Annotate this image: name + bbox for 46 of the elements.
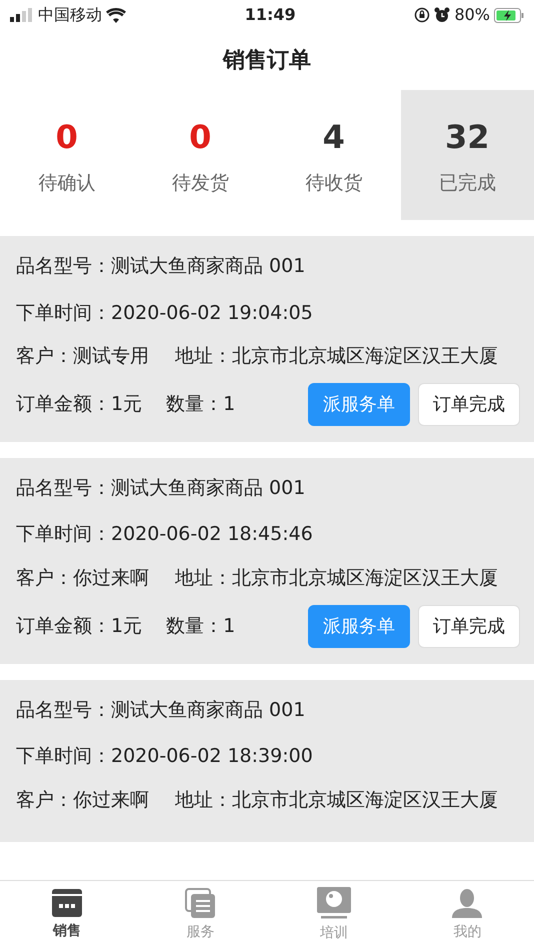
customer-name: 客户：你过来啊 xyxy=(16,566,149,589)
order-count: 4 xyxy=(322,116,345,158)
alarm-icon xyxy=(434,7,450,23)
order-quantity: 数量：1 xyxy=(166,392,236,417)
status-label: 待发货 xyxy=(172,170,229,196)
signal-icon xyxy=(10,8,34,22)
order-amount: 订单金额：1元 xyxy=(16,614,142,639)
order-amount: 订单金额：1元 xyxy=(16,392,142,417)
order-count: 32 xyxy=(444,116,490,158)
address-text: 地址：北京市北京城区海淀区汉王大厦 xyxy=(175,345,498,367)
person-icon xyxy=(452,888,482,918)
status-tab[interactable]: 4 待收货 xyxy=(267,90,400,220)
status-tab[interactable]: 0 待确认 xyxy=(0,90,134,220)
complete-button[interactable]: 订单完成 xyxy=(418,382,520,426)
dispatch-button[interactable]: 派服务单 xyxy=(308,382,410,426)
wifi-icon xyxy=(106,8,126,22)
order-time: 下单时间：2020-06-02 18:39:00 xyxy=(16,744,314,769)
status-label: 待确认 xyxy=(38,170,96,196)
carrier-name: 中国移动 xyxy=(38,4,102,26)
customer-name: 客户：测试专用 xyxy=(16,345,149,367)
monitor-icon xyxy=(316,887,351,919)
product-name: 品名型号：测试大鱼商家商品 001 xyxy=(16,254,306,279)
clock-time: 11:49 xyxy=(244,4,296,26)
rotation-lock-icon xyxy=(414,7,430,23)
status-label: 已完成 xyxy=(438,170,496,196)
sales-icon xyxy=(52,889,82,917)
address-text: 地址：北京市北京城区海淀区汉王大厦 xyxy=(175,566,498,589)
order-count: 0 xyxy=(189,116,212,158)
order-time: 下单时间：2020-06-02 19:04:05 xyxy=(16,300,314,326)
status-label: 待收货 xyxy=(305,170,362,196)
documents-icon xyxy=(185,888,216,918)
order-quantity: 数量：1 xyxy=(166,614,236,639)
page-title: 销售订单 xyxy=(223,46,311,74)
order-count: 0 xyxy=(56,116,78,158)
dispatch-button[interactable]: 派服务单 xyxy=(308,604,410,648)
battery-icon xyxy=(494,8,524,22)
status-tab[interactable]: 32 已完成 xyxy=(400,90,534,220)
battery-percent: 80% xyxy=(454,4,490,26)
complete-button[interactable]: 订单完成 xyxy=(418,604,520,648)
tab-bar-item[interactable]: 销售 xyxy=(0,881,134,950)
customer-name: 客户：你过来啊 xyxy=(16,788,149,810)
status-tab[interactable]: 0 待发货 xyxy=(134,90,267,220)
product-name: 品名型号：测试大鱼商家商品 001 xyxy=(16,476,306,501)
product-name: 品名型号：测试大鱼商家商品 001 xyxy=(16,698,306,722)
order-time: 下单时间：2020-06-02 18:45:46 xyxy=(16,522,314,548)
address-text: 地址：北京市北京城区海淀区汉王大厦 xyxy=(175,788,498,810)
